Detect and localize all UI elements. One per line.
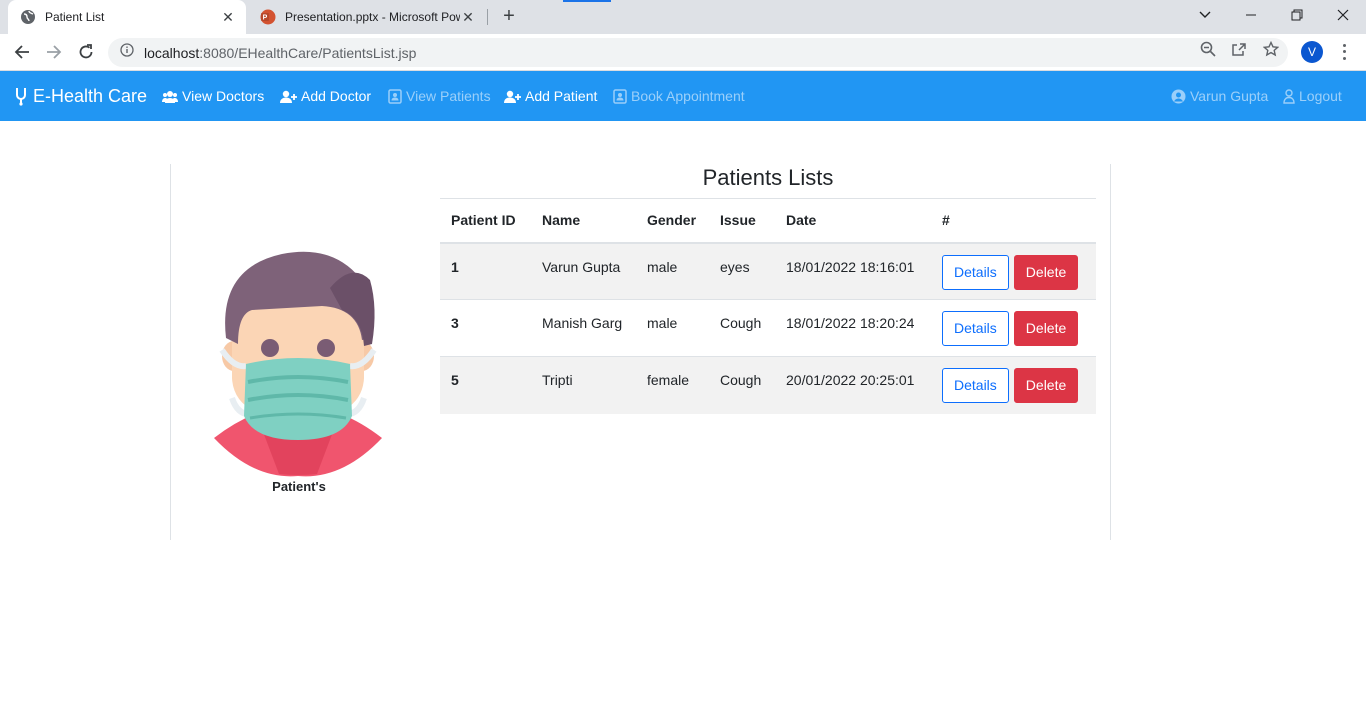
cell-actions: Details Delete [931, 356, 1096, 414]
nav-label: View Patients [406, 88, 491, 104]
cell-gender: female [636, 356, 709, 414]
cell-patient-id: 5 [440, 356, 531, 414]
delete-button[interactable]: Delete [1013, 254, 1079, 290]
user-plus-icon [504, 90, 521, 103]
cell-name: Manish Garg [531, 299, 636, 357]
nav-user-profile[interactable]: Varun Gupta [1171, 71, 1268, 121]
user-plus-icon [280, 90, 297, 103]
delete-button[interactable]: Delete [1013, 368, 1079, 403]
users-icon [162, 90, 178, 103]
nav-view-patients[interactable]: View Patients [388, 71, 491, 121]
nav-add-doctor[interactable]: Add Doctor [280, 71, 371, 121]
cell-issue: eyes [709, 242, 775, 300]
svg-text:P: P [263, 15, 268, 22]
share-icon[interactable] [1230, 40, 1248, 58]
profile-avatar[interactable]: V [1301, 41, 1323, 63]
cell-gender: male [636, 242, 709, 300]
tab-title: Patient List [45, 10, 105, 24]
nav-logout[interactable]: Logout [1283, 71, 1342, 121]
url-path: :8080/EHealthCare/PatientsList.jsp [199, 44, 417, 61]
table-row: 3 Manish Garg male Cough 18/01/2022 18:2… [440, 299, 1096, 357]
user-icon [1283, 88, 1295, 104]
stethoscope-icon [16, 88, 26, 106]
details-button[interactable]: Details [942, 254, 1009, 290]
brand-text: E-Health Care [33, 85, 148, 106]
patient-image-label: Patient's [272, 479, 326, 494]
cell-date: 18/01/2022 18:16:01 [775, 242, 931, 300]
cell-name: Tripti [531, 356, 636, 414]
tab-search-icon[interactable] [1182, 0, 1228, 30]
browser-menu-icon[interactable] [1336, 42, 1352, 62]
table-row: 5 Tripti female Cough 20/01/2022 20:25:0… [440, 356, 1096, 414]
url-host: localhost [144, 44, 200, 61]
bookmark-star-icon[interactable] [1262, 40, 1280, 58]
nav-label: Add Patient [525, 88, 598, 104]
cell-actions: Details Delete [931, 299, 1096, 357]
table-header-row: Patient ID Name Gender Issue Date # [440, 198, 1096, 244]
nav-label: View Doctors [182, 88, 265, 104]
close-window-button[interactable] [1320, 0, 1366, 30]
header-actions: # [931, 198, 1096, 244]
user-name: Varun Gupta [1190, 88, 1269, 104]
info-icon[interactable] [120, 43, 134, 62]
tab-separator [487, 9, 488, 25]
tab-title: Presentation.pptx - Microsoft PowerPoint [285, 10, 460, 24]
nav-label: Book Appointment [631, 88, 745, 104]
table-row: 1 Varun Gupta male eyes 18/01/2022 18:16… [440, 242, 1096, 300]
header-name: Name [531, 198, 636, 244]
delete-button[interactable]: Delete [1013, 311, 1079, 346]
browser-tabstrip: Patient List ✕ P Presentation.pptx - Mic… [0, 0, 1366, 34]
details-button[interactable]: Details [942, 368, 1009, 403]
browser-tab-powerpoint[interactable]: P Presentation.pptx - Microsoft PowerPoi… [250, 0, 486, 34]
details-button[interactable]: Details [942, 311, 1009, 346]
address-bar[interactable]: localhost:8080/EHealthCare/PatientsList.… [108, 38, 1288, 67]
back-button[interactable] [9, 39, 35, 65]
header-date: Date [775, 198, 931, 244]
user-circle-icon [1171, 89, 1186, 103]
header-issue: Issue [709, 198, 775, 244]
new-tab-button[interactable]: + [498, 6, 520, 28]
id-card-icon [388, 88, 402, 104]
restore-button[interactable] [1274, 0, 1320, 30]
browser-tab-patient-list[interactable]: Patient List ✕ [8, 0, 246, 34]
nav-label: Add Doctor [301, 88, 372, 104]
tab-indicator [563, 0, 611, 2]
cell-actions: Details Delete [931, 242, 1096, 300]
reload-button[interactable] [73, 39, 99, 65]
header-patient-id: Patient ID [440, 198, 531, 244]
id-card-icon [613, 88, 627, 104]
browser-toolbar: localhost:8080/EHealthCare/PatientsList.… [0, 34, 1366, 71]
url-text: localhost:8080/EHealthCare/PatientsList.… [144, 45, 416, 61]
cell-date: 18/01/2022 18:20:24 [775, 299, 931, 357]
cell-name: Varun Gupta [531, 242, 636, 300]
cell-patient-id: 1 [440, 242, 531, 300]
nav-add-patient[interactable]: Add Patient [504, 71, 597, 121]
globe-icon [20, 9, 36, 25]
powerpoint-icon: P [260, 9, 276, 25]
cell-date: 20/01/2022 20:25:01 [775, 356, 931, 414]
minimize-button[interactable] [1228, 0, 1274, 30]
nav-view-doctors[interactable]: View Doctors [162, 71, 264, 121]
logout-label: Logout [1299, 88, 1342, 104]
cell-issue: Cough [709, 356, 775, 414]
brand-link[interactable]: E-Health Care [14, 71, 147, 121]
patient-mask-avatar [212, 248, 384, 478]
cell-gender: male [636, 299, 709, 357]
header-gender: Gender [636, 198, 709, 244]
patients-table: Patient ID Name Gender Issue Date # 1 Va… [440, 198, 1096, 414]
close-tab-icon[interactable]: ✕ [460, 9, 476, 25]
cell-patient-id: 3 [440, 299, 531, 357]
nav-book-appointment[interactable]: Book Appointment [613, 71, 745, 121]
app-navbar: E-Health Care View Doctors Add Doctor Vi… [0, 71, 1366, 121]
forward-button[interactable] [41, 39, 67, 65]
close-tab-icon[interactable]: ✕ [220, 9, 236, 25]
cell-issue: Cough [709, 299, 775, 357]
zoom-icon[interactable] [1199, 40, 1217, 58]
table-title: Patients Lists [702, 165, 834, 190]
